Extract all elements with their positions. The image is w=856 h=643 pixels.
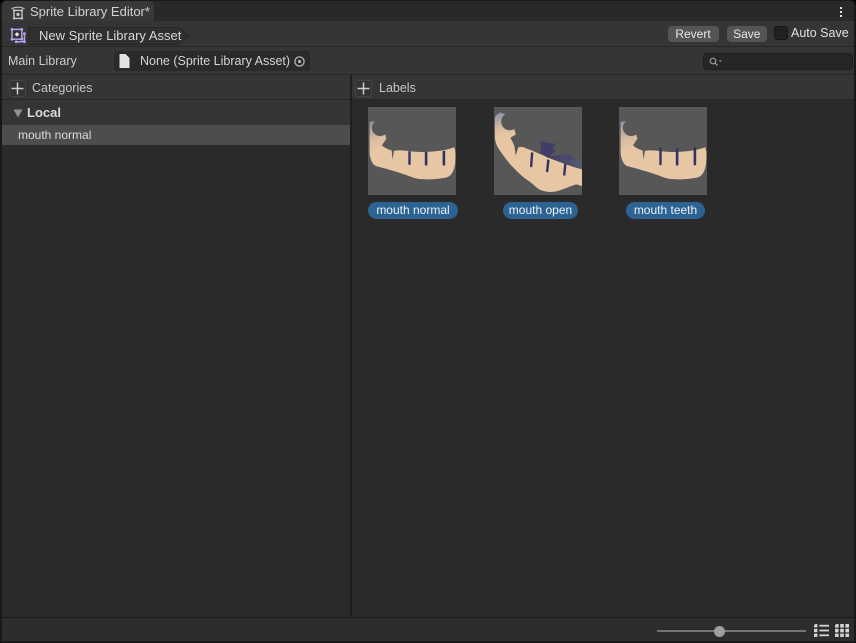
svg-text:New Sprite Library Asset: New Sprite Library Asset (39, 28, 182, 43)
